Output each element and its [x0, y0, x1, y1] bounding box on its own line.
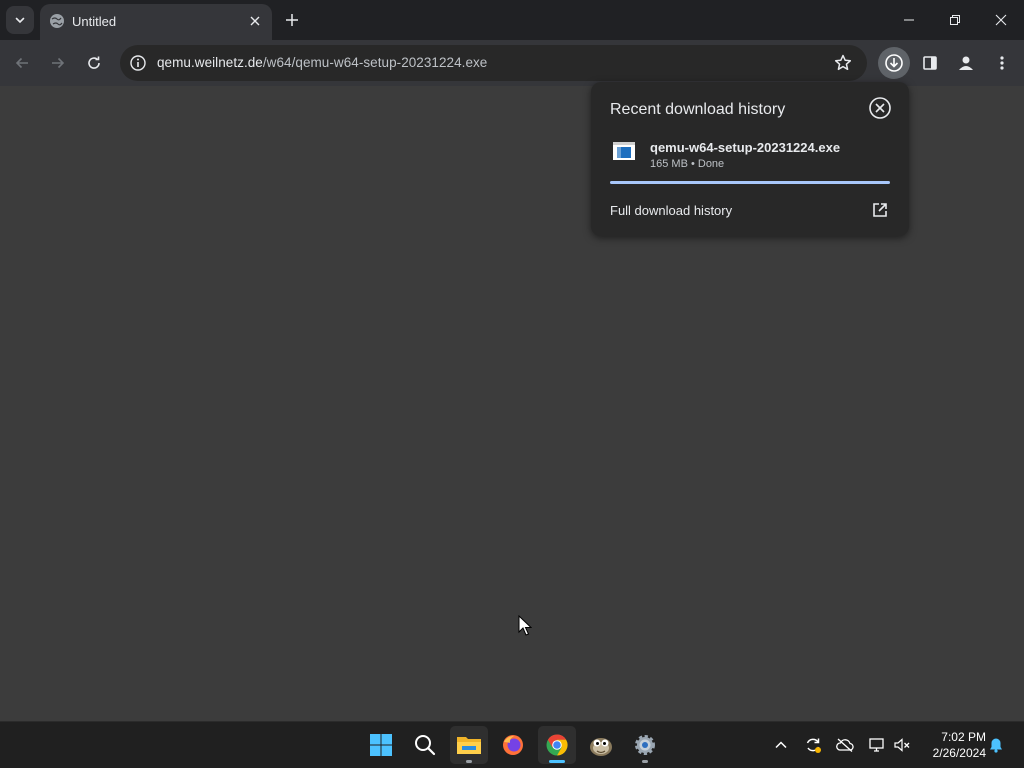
- back-button[interactable]: [9, 50, 35, 76]
- windows-logo-icon: [370, 734, 392, 756]
- gimp-icon: [590, 738, 612, 756]
- forward-button[interactable]: [45, 50, 71, 76]
- arrow-left-icon: [15, 57, 28, 69]
- network-tray-icon[interactable]: [868, 736, 886, 754]
- taskbar: 7:02 PM 2/26/2024: [0, 721, 1024, 768]
- notifications-button[interactable]: [987, 736, 1005, 754]
- reload-icon: [88, 56, 100, 69]
- chevron-up-icon: [775, 741, 787, 749]
- bubble-title: Recent download history: [610, 101, 786, 118]
- running-indicator: [642, 760, 648, 763]
- download-icon: [885, 54, 903, 72]
- download-bubble: Recent download history qemu-w64-setup-2…: [591, 82, 909, 236]
- exe-file-icon: [613, 142, 635, 160]
- close-window-button[interactable]: [978, 0, 1024, 40]
- download-file-name: qemu-w64-setup-20231224.exe: [650, 140, 841, 155]
- running-indicator: [466, 760, 472, 763]
- url-path: /w64/qemu-w64-setup-20231224.exe: [262, 55, 488, 70]
- close-icon[interactable]: [868, 96, 892, 120]
- taskbar-gimp[interactable]: [582, 726, 620, 764]
- onedrive-tray-icon[interactable]: [836, 736, 854, 754]
- taskbar-firefox[interactable]: [494, 726, 532, 764]
- browser-toolbar: qemu.weilnetz.de/w64/qemu-w64-setup-2023…: [0, 40, 1024, 86]
- system-clock[interactable]: 7:02 PM 2/26/2024: [920, 729, 986, 761]
- side-panel-button[interactable]: [920, 53, 940, 73]
- plus-icon: [286, 14, 298, 26]
- open-in-new-icon[interactable]: [871, 201, 889, 219]
- url-host: qemu.weilnetz.de: [157, 55, 263, 70]
- new-tab-button[interactable]: [282, 10, 302, 30]
- clock-date: 2/26/2024: [932, 746, 986, 760]
- mouse-cursor-icon: [518, 615, 532, 636]
- taskbar-settings[interactable]: [626, 726, 664, 764]
- gear-icon: [635, 735, 655, 755]
- reload-button[interactable]: [81, 50, 107, 76]
- full-download-history-link[interactable]: Full download history: [610, 203, 732, 218]
- arrow-right-icon: [52, 57, 65, 69]
- show-hidden-icons-button[interactable]: [772, 736, 790, 754]
- bell-icon: [990, 738, 1002, 753]
- profile-button[interactable]: [956, 53, 976, 73]
- sync-tray-icon[interactable]: [804, 736, 822, 754]
- taskbar-file-explorer[interactable]: [450, 726, 488, 764]
- folder-icon: [457, 737, 481, 754]
- chrome-menu-button[interactable]: [992, 53, 1012, 73]
- network-icon: [869, 738, 884, 752]
- taskbar-chrome[interactable]: [538, 726, 576, 764]
- start-button[interactable]: [362, 726, 400, 764]
- search-button[interactable]: [406, 726, 444, 764]
- firefox-icon: [503, 735, 523, 755]
- restore-icon: [950, 15, 960, 25]
- sync-icon: [806, 738, 821, 753]
- kebab-menu-icon: [1000, 56, 1004, 70]
- tab-strip: Untitled: [0, 0, 1024, 40]
- info-icon[interactable]: [129, 54, 147, 72]
- download-status: 165 MB • Done: [650, 158, 725, 170]
- active-indicator: [549, 760, 565, 763]
- minimize-button[interactable]: [886, 0, 932, 40]
- minimize-icon: [904, 19, 914, 21]
- star-icon[interactable]: [833, 53, 853, 73]
- download-progress-bar: [610, 181, 890, 184]
- volume-tray-icon[interactable]: [893, 736, 911, 754]
- chevron-down-icon: [15, 17, 25, 24]
- avatar-icon: [959, 56, 973, 70]
- cloud-offline-icon: [836, 738, 854, 752]
- side-panel-icon: [923, 56, 937, 70]
- downloads-button[interactable]: [878, 47, 910, 79]
- url-text[interactable]: qemu.weilnetz.de/w64/qemu-w64-setup-2023…: [157, 55, 487, 70]
- restore-button[interactable]: [932, 0, 978, 40]
- clock-time: 7:02 PM: [941, 730, 986, 744]
- address-bar[interactable]: qemu.weilnetz.de/w64/qemu-w64-setup-2023…: [120, 45, 867, 81]
- close-icon: [995, 14, 1007, 26]
- globe-icon: [50, 14, 64, 28]
- search-icon: [415, 735, 436, 756]
- close-icon: [250, 16, 260, 26]
- chrome-icon: [546, 734, 568, 756]
- tab-search-button[interactable]: [6, 6, 34, 34]
- tab-untitled[interactable]: Untitled: [40, 4, 272, 40]
- tab-title: Untitled: [72, 14, 117, 29]
- tab-close-button[interactable]: [246, 12, 264, 30]
- volume-muted-icon: [894, 738, 910, 752]
